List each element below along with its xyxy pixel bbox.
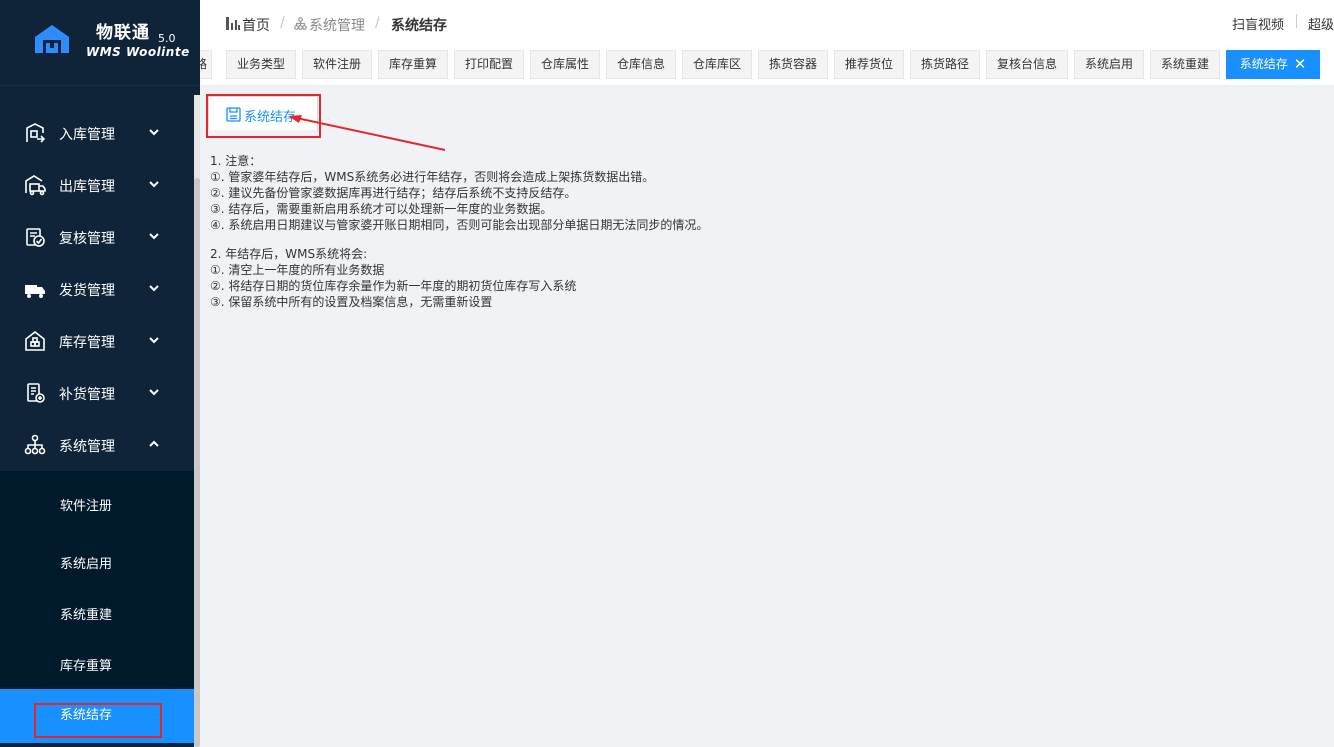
submenu-item-label: 系统启用 [60,557,113,572]
inbound-icon [26,123,46,143]
tab-recommend-location[interactable]: 推荐货位 [834,50,904,79]
submenu-item-label: 库存重算 [60,659,113,674]
warehouse-house-icon [35,25,69,53]
tab-label: 路 [200,57,207,71]
outbound-truck-icon [25,175,46,196]
chevron-down-icon [149,233,159,240]
sidebar-item-label: 发货管理 [59,283,115,299]
sidebar-item-label: 库存管理 [59,335,115,351]
tab-label: 仓库属性 [540,57,589,71]
notes-block: 1. 注意： ①. 管家婆年结存后，WMS系统务必进行年结存，否则将会造成上架拣… [210,153,708,310]
breadcrumb-current: 系统结存 [391,18,447,34]
tab-label: 拣货容器 [768,57,817,71]
tab-system-rebuild[interactable]: 系统重建 [1150,50,1220,79]
note-line: ①. 管家婆年结存后，WMS系统务必进行年结存，否则将会造成上架拣货数据出错。 [210,170,655,184]
annotation-arrow-icon [288,115,446,151]
tab-label: 库存重算 [388,57,437,71]
sidebar-item-outbound[interactable]: 出库管理 [0,159,194,211]
close-icon[interactable]: ✕ [1294,51,1307,78]
tab-system-enable[interactable]: 系统启用 [1074,50,1144,79]
sidebar-item-label: 复核管理 [59,231,115,247]
tab-label: 复核台信息 [996,57,1057,71]
chevron-down-icon [149,129,159,136]
tab-warehouse-attr[interactable]: 仓库属性 [530,50,600,79]
breadcrumb-home[interactable]: 首页 [242,15,270,35]
tab-picking-container[interactable]: 拣货容器 [758,50,828,79]
breadcrumb-separator: / [375,15,380,31]
note-line: ①. 清空上一年度的所有业务数据 [210,263,385,277]
sidebar-item-label: 出库管理 [59,179,115,195]
tab-review-station[interactable]: 复核台信息 [986,50,1068,79]
top-header: 首页 / 系统管理 / 系统结存 扫盲视频 超级管理员 [200,0,1334,46]
chevron-down-icon [149,285,159,292]
header-divider [1296,14,1297,28]
brand-logo[interactable]: 物联通 5.0 WMS Woolinte [0,0,200,86]
inventory-icon [25,330,45,351]
submenu-item-software-register[interactable]: 软件注册 [0,471,194,536]
annotation-highlight-sidebar [34,703,162,738]
tab-label: 推荐货位 [844,57,893,71]
sidebar-item-label: 补货管理 [59,387,115,403]
chevron-down-icon [149,389,159,396]
tab-print-config[interactable]: 打印配置 [454,50,524,79]
sidebar-menu: 入库管理 出库管理 复核管理 发货管理 库存管理 补货管理 系统管理 软件注册 … [0,95,194,743]
tab-label: 业务类型 [236,57,285,71]
tab-label: 系统启用 [1084,57,1133,71]
main-content: 系统结存 1. 注意： ①. 管家婆年结存后，WMS系统务必进行年结存，否则将会… [200,86,1334,747]
tab-label: 拣货路径 [920,57,969,71]
tab-picking-path[interactable]: 拣货路径 [910,50,980,79]
tab-software-register[interactable]: 软件注册 [302,50,372,79]
tab-label: 打印配置 [464,57,513,71]
submenu-item-inventory-recalc[interactable]: 库存重算 [0,638,194,689]
sidebar: 物联通 5.0 WMS Woolinte 入库管理 出库管理 复核管理 发货管理… [0,0,200,747]
replenish-icon [27,383,45,403]
brand-subtitle: WMS Woolinte [86,45,190,59]
note-line: ②. 建议先备份管家婆数据库再进行结存；结存后系统不支持反结存。 [210,186,577,200]
user-menu[interactable]: 超级管理员 [1308,14,1334,33]
submenu-item-label: 软件注册 [60,499,113,514]
sidebar-item-inbound[interactable]: 入库管理 [0,107,194,159]
tutorial-video-link[interactable]: 扫盲视频 [1232,14,1284,33]
sidebar-item-replenish[interactable]: 补货管理 [0,367,194,419]
breadcrumb-parent[interactable]: 系统管理 [309,15,365,35]
tab-partial[interactable]: 路 [200,50,212,79]
tab-warehouse-zone[interactable]: 仓库库区 [682,50,752,79]
sidebar-item-review[interactable]: 复核管理 [0,211,194,263]
note-line: ③. 保留系统中所有的设置及档案信息，无需重新设置 [210,295,493,309]
org-chart-icon [24,434,46,455]
tabs-bar: 路 业务类型 软件注册 库存重算 打印配置 仓库属性 仓库信息 仓库库区 拣货容… [200,46,1334,86]
submenu-item-system-rebuild[interactable]: 系统重建 [0,587,194,638]
sidebar-item-delivery[interactable]: 发货管理 [0,263,194,315]
tab-warehouse-info[interactable]: 仓库信息 [606,50,676,79]
home-dashboard-icon [226,17,240,30]
tab-label: 仓库信息 [616,57,665,71]
note-line: ③. 结存后，需要重新启用系统才可以处理新一年度的业务数据。 [210,202,553,216]
submenu-item-label: 系统重建 [60,608,113,623]
chevron-down-icon [149,181,159,188]
sidebar-item-label: 入库管理 [59,127,115,143]
review-check-icon [26,228,45,247]
tab-system-closing[interactable]: 系统结存 ✕ [1226,50,1320,79]
sidebar-item-label: 系统管理 [59,439,115,455]
note-line: ②. 将结存日期的货位库存余量作为新一年度的期初货位库存写入系统 [210,279,577,293]
sidebar-item-inventory[interactable]: 库存管理 [0,315,194,367]
tab-label: 系统重建 [1160,57,1209,71]
delivery-truck-icon [25,285,45,298]
submenu-item-system-enable[interactable]: 系统启用 [0,536,194,587]
brand-version: 5.0 [158,32,176,45]
note-line: 2. 年结存后，WMS系统将会: [210,247,368,261]
tab-label: 仓库库区 [692,57,741,71]
chevron-down-icon [149,337,159,344]
sidebar-item-system[interactable]: 系统管理 [0,419,194,471]
note-line: ④. 系统启用日期建议与管家婆开账日期相同，否则可能会出现部分单据日期无法同步的… [210,218,709,232]
tab-inventory-recalc[interactable]: 库存重算 [378,50,448,79]
tab-label: 软件注册 [312,57,361,71]
tab-business-type[interactable]: 业务类型 [226,50,296,79]
tab-label: 系统结存 [1239,57,1288,71]
breadcrumb-separator: / [280,15,285,31]
chevron-up-icon [149,440,159,447]
brand-title: 物联通 [96,23,150,43]
org-chart-icon [294,17,307,30]
